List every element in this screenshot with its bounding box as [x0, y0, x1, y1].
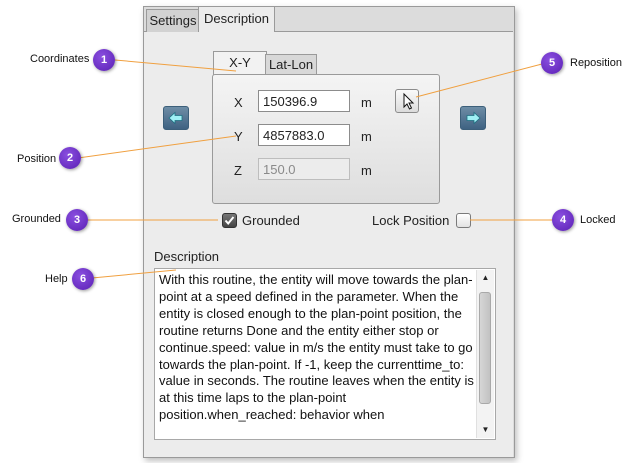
callout-label-position: Position — [17, 153, 57, 165]
callout-1: 1 — [93, 49, 115, 71]
callout-label-help: Help — [45, 273, 68, 285]
callout-label-coordinates: Coordinates — [30, 53, 90, 65]
callout-lines — [77, 59, 556, 279]
callout-4: 4 — [552, 209, 574, 231]
callout-label-grounded: Grounded — [12, 213, 61, 225]
callout-6: 6 — [72, 268, 94, 290]
callout-3: 3 — [66, 209, 88, 231]
callout-label-locked: Locked — [580, 214, 616, 226]
callout-label-reposition: Reposition — [570, 57, 622, 69]
callout-2: 2 — [59, 147, 81, 169]
callout-5: 5 — [541, 52, 563, 74]
